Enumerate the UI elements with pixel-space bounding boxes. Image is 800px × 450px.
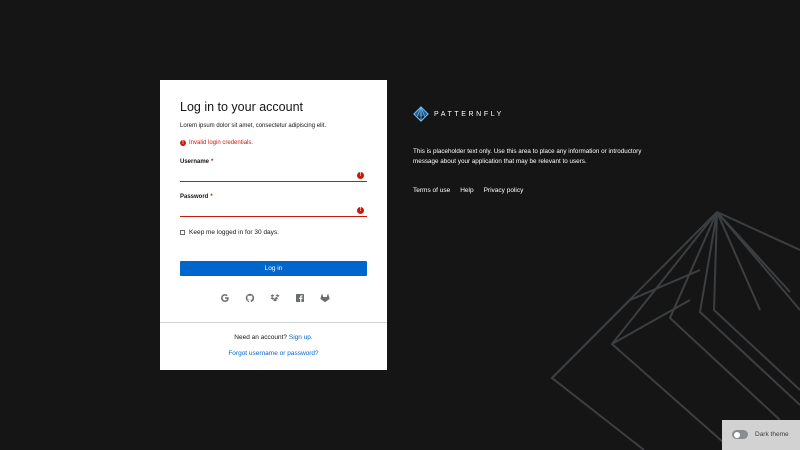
dark-theme-toggle[interactable] — [732, 430, 748, 439]
login-description: Lorem ipsum dolor sit amet, consectetur … — [180, 123, 327, 129]
username-field[interactable] — [180, 169, 367, 182]
patternfly-logo-icon — [413, 106, 429, 122]
keep-logged-in-label: Keep me logged in for 30 days. — [189, 229, 279, 236]
need-account-text: Need an account? — [234, 334, 288, 341]
facebook-icon[interactable] — [295, 293, 305, 303]
help-link[interactable]: Help — [460, 187, 473, 194]
keep-logged-in[interactable]: Keep me logged in for 30 days. — [180, 229, 279, 236]
signup-row: Need an account? Sign up. — [160, 334, 387, 341]
login-card: Log in to your account Lorem ipsum dolor… — [160, 80, 387, 370]
background-art — [550, 211, 800, 450]
footer-links: Terms of use Help Privacy policy — [413, 187, 533, 194]
error-icon: ! — [180, 140, 186, 146]
login-title: Log in to your account — [180, 100, 303, 114]
card-divider — [160, 322, 387, 323]
error-message: Invalid login credentials. — [189, 140, 254, 146]
info-text: This is placeholder text only. Use this … — [413, 148, 642, 165]
error-alert: ! Invalid login credentials. — [180, 140, 253, 146]
google-icon[interactable] — [220, 293, 230, 303]
sign-up-link[interactable]: Sign up. — [289, 334, 313, 341]
theme-switcher: Dark theme — [722, 420, 800, 450]
forgot-credentials-link[interactable]: Forgot username or password? — [228, 350, 318, 357]
dropbox-icon[interactable] — [270, 293, 280, 303]
username-label: Username * — [180, 159, 213, 165]
brand: PATTERNFLY — [413, 106, 504, 122]
terms-of-use-link[interactable]: Terms of use — [413, 187, 450, 194]
password-error-icon: ! — [357, 207, 364, 214]
gitlab-icon[interactable] — [320, 293, 330, 303]
required-marker: * — [211, 159, 214, 165]
login-page: Log in to your account Lorem ipsum dolor… — [0, 0, 800, 450]
password-label-text: Password — [180, 194, 209, 200]
toggle-knob — [733, 431, 740, 438]
password-label: Password * — [180, 194, 213, 200]
social-login-row — [220, 292, 330, 304]
forgot-row: Forgot username or password? — [160, 350, 387, 357]
username-error-icon: ! — [357, 172, 364, 179]
dark-theme-label: Dark theme — [755, 431, 789, 438]
username-label-text: Username — [180, 159, 210, 165]
required-marker: * — [210, 194, 213, 200]
privacy-policy-link[interactable]: Privacy policy — [484, 187, 524, 194]
keep-logged-in-checkbox[interactable] — [180, 230, 185, 235]
login-button[interactable]: Log in — [180, 261, 367, 276]
github-icon[interactable] — [245, 293, 255, 303]
brand-name: PATTERNFLY — [434, 110, 504, 118]
password-field[interactable] — [180, 204, 367, 217]
